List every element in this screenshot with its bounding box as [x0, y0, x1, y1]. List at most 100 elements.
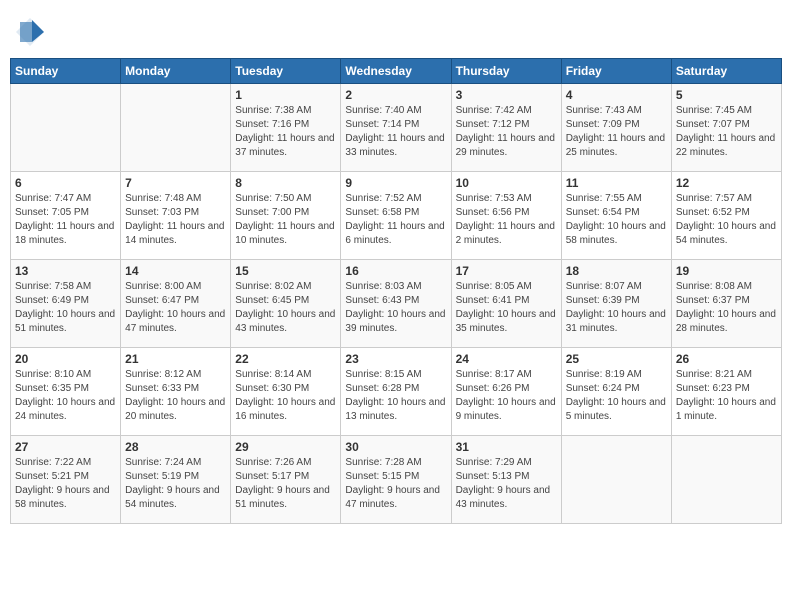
calendar-cell: 31Sunrise: 7:29 AM Sunset: 5:13 PM Dayli…	[451, 436, 561, 524]
day-info: Sunrise: 8:14 AM Sunset: 6:30 PM Dayligh…	[235, 368, 336, 424]
day-info: Sunrise: 7:42 AM Sunset: 7:12 PM Dayligh…	[456, 104, 557, 160]
day-number: 12	[676, 176, 777, 190]
calendar-cell: 20 Sunrise: 8:10 AM Sunset: 6:35 PM Dayli…	[11, 348, 121, 436]
day-info: Sunrise: 8:10 AM Sunset: 6:35 PM Dayligh…	[15, 368, 116, 424]
day-number: 20	[15, 352, 116, 366]
day-number: 11	[566, 176, 667, 190]
calendar-cell: 3 Sunrise: 7:42 AM Sunset: 7:12 PM Daylig…	[451, 84, 561, 172]
calendar-cell: 23 Sunrise: 8:15 AM Sunset: 6:28 PM Dayli…	[341, 348, 451, 436]
day-info: Sunrise: 7:26 AM Sunset: 5:17 PM Dayligh…	[235, 456, 336, 512]
weekday-header-wednesday: Wednesday	[341, 59, 451, 84]
weekday-header-friday: Friday	[561, 59, 671, 84]
calendar-cell: 25Sunrise: 8:19 AM Sunset: 6:24 PM Dayli…	[561, 348, 671, 436]
day-number: 1	[235, 88, 336, 102]
day-info: Sunrise: 7:24 AM Sunset: 5:19 PM Dayligh…	[125, 456, 226, 512]
day-info: Sunrise: 8:00 AM Sunset: 6:47 PM Dayligh…	[125, 280, 226, 336]
day-number: 18	[566, 264, 667, 278]
day-number: 22	[235, 352, 336, 366]
calendar-week-row: 13 Sunrise: 7:58 AM Sunset: 6:49 PM Dayli…	[11, 260, 782, 348]
day-info: Sunrise: 8:21 AM Sunset: 6:23 PM Dayligh…	[676, 368, 777, 424]
calendar-cell: 19 Sunrise: 8:08 AM Sunset: 6:37 PM Dayli…	[671, 260, 781, 348]
day-info: Sunrise: 7:29 AM Sunset: 5:13 PM Dayligh…	[456, 456, 557, 512]
day-number: 17	[456, 264, 557, 278]
day-info: Sunrise: 7:57 AM Sunset: 6:52 PM Dayligh…	[676, 192, 777, 248]
day-number: 9	[345, 176, 446, 190]
day-number: 13	[15, 264, 116, 278]
calendar-header-row: SundayMondayTuesdayWednesdayThursdayFrid…	[11, 59, 782, 84]
calendar-cell: 12 Sunrise: 7:57 AM Sunset: 6:52 PM Dayli…	[671, 172, 781, 260]
calendar-cell: 16 Sunrise: 8:03 AM Sunset: 6:43 PM Dayli…	[341, 260, 451, 348]
day-number: 29	[235, 440, 336, 454]
day-number: 2	[345, 88, 446, 102]
day-number: 3	[456, 88, 557, 102]
day-number: 25	[566, 352, 667, 366]
calendar-cell	[671, 436, 781, 524]
weekday-header-thursday: Thursday	[451, 59, 561, 84]
day-number: 16	[345, 264, 446, 278]
calendar-cell	[121, 84, 231, 172]
calendar-cell: 27 Sunrise: 7:22 AM Sunset: 5:21 PM Dayli…	[11, 436, 121, 524]
day-number: 15	[235, 264, 336, 278]
weekday-header-monday: Monday	[121, 59, 231, 84]
day-number: 7	[125, 176, 226, 190]
day-info: Sunrise: 7:47 AM Sunset: 7:05 PM Dayligh…	[15, 192, 116, 248]
calendar-cell: 22 Sunrise: 8:14 AM Sunset: 6:30 PM Dayli…	[231, 348, 341, 436]
calendar-cell: 10Sunrise: 7:53 AM Sunset: 6:56 PM Dayli…	[451, 172, 561, 260]
calendar-cell: 24Sunrise: 8:17 AM Sunset: 6:26 PM Dayli…	[451, 348, 561, 436]
logo	[10, 14, 50, 50]
calendar-cell: 14 Sunrise: 8:00 AM Sunset: 6:47 PM Dayli…	[121, 260, 231, 348]
day-info: Sunrise: 8:05 AM Sunset: 6:41 PM Dayligh…	[456, 280, 557, 336]
day-info: Sunrise: 7:58 AM Sunset: 6:49 PM Dayligh…	[15, 280, 116, 336]
calendar-cell: 11Sunrise: 7:55 AM Sunset: 6:54 PM Dayli…	[561, 172, 671, 260]
day-number: 6	[15, 176, 116, 190]
calendar-cell: 13 Sunrise: 7:58 AM Sunset: 6:49 PM Dayli…	[11, 260, 121, 348]
day-info: Sunrise: 7:43 AM Sunset: 7:09 PM Dayligh…	[566, 104, 667, 160]
day-info: Sunrise: 7:28 AM Sunset: 5:15 PM Dayligh…	[345, 456, 446, 512]
day-number: 23	[345, 352, 446, 366]
weekday-header-sunday: Sunday	[11, 59, 121, 84]
calendar-cell	[11, 84, 121, 172]
calendar-cell: 28 Sunrise: 7:24 AM Sunset: 5:19 PM Dayli…	[121, 436, 231, 524]
day-info: Sunrise: 8:15 AM Sunset: 6:28 PM Dayligh…	[345, 368, 446, 424]
calendar-cell: 6 Sunrise: 7:47 AM Sunset: 7:05 PM Daylig…	[11, 172, 121, 260]
day-info: Sunrise: 8:03 AM Sunset: 6:43 PM Dayligh…	[345, 280, 446, 336]
day-info: Sunrise: 7:45 AM Sunset: 7:07 PM Dayligh…	[676, 104, 777, 160]
weekday-header-tuesday: Tuesday	[231, 59, 341, 84]
day-number: 28	[125, 440, 226, 454]
day-info: Sunrise: 7:38 AM Sunset: 7:16 PM Dayligh…	[235, 104, 336, 160]
day-number: 24	[456, 352, 557, 366]
calendar-cell: 4 Sunrise: 7:43 AM Sunset: 7:09 PM Daylig…	[561, 84, 671, 172]
calendar-cell: 8Sunrise: 7:50 AM Sunset: 7:00 PM Daylig…	[231, 172, 341, 260]
logo-icon	[10, 14, 46, 50]
day-number: 5	[676, 88, 777, 102]
day-info: Sunrise: 8:08 AM Sunset: 6:37 PM Dayligh…	[676, 280, 777, 336]
calendar-cell: 9 Sunrise: 7:52 AM Sunset: 6:58 PM Daylig…	[341, 172, 451, 260]
calendar-cell: 26Sunrise: 8:21 AM Sunset: 6:23 PM Dayli…	[671, 348, 781, 436]
day-info: Sunrise: 7:53 AM Sunset: 6:56 PM Dayligh…	[456, 192, 557, 248]
day-info: Sunrise: 7:50 AM Sunset: 7:00 PM Dayligh…	[235, 192, 336, 248]
calendar-week-row: 1 Sunrise: 7:38 AM Sunset: 7:16 PM Daylig…	[11, 84, 782, 172]
day-number: 4	[566, 88, 667, 102]
day-info: Sunrise: 7:40 AM Sunset: 7:14 PM Dayligh…	[345, 104, 446, 160]
calendar-week-row: 6 Sunrise: 7:47 AM Sunset: 7:05 PM Daylig…	[11, 172, 782, 260]
day-info: Sunrise: 7:48 AM Sunset: 7:03 PM Dayligh…	[125, 192, 226, 248]
day-info: Sunrise: 8:07 AM Sunset: 6:39 PM Dayligh…	[566, 280, 667, 336]
calendar-cell: 29 Sunrise: 7:26 AM Sunset: 5:17 PM Dayli…	[231, 436, 341, 524]
calendar-cell: 2 Sunrise: 7:40 AM Sunset: 7:14 PM Daylig…	[341, 84, 451, 172]
day-info: Sunrise: 8:12 AM Sunset: 6:33 PM Dayligh…	[125, 368, 226, 424]
calendar-cell: 30Sunrise: 7:28 AM Sunset: 5:15 PM Dayli…	[341, 436, 451, 524]
weekday-header-saturday: Saturday	[671, 59, 781, 84]
day-number: 21	[125, 352, 226, 366]
calendar-cell: 17 Sunrise: 8:05 AM Sunset: 6:41 PM Dayli…	[451, 260, 561, 348]
day-info: Sunrise: 7:52 AM Sunset: 6:58 PM Dayligh…	[345, 192, 446, 248]
calendar-cell: 21 Sunrise: 8:12 AM Sunset: 6:33 PM Dayli…	[121, 348, 231, 436]
calendar-cell	[561, 436, 671, 524]
day-info: Sunrise: 8:02 AM Sunset: 6:45 PM Dayligh…	[235, 280, 336, 336]
calendar-cell: 18 Sunrise: 8:07 AM Sunset: 6:39 PM Dayli…	[561, 260, 671, 348]
day-info: Sunrise: 7:22 AM Sunset: 5:21 PM Dayligh…	[15, 456, 116, 512]
calendar-cell: 15 Sunrise: 8:02 AM Sunset: 6:45 PM Dayli…	[231, 260, 341, 348]
day-number: 19	[676, 264, 777, 278]
day-number: 14	[125, 264, 226, 278]
calendar-week-row: 27 Sunrise: 7:22 AM Sunset: 5:21 PM Dayli…	[11, 436, 782, 524]
day-number: 27	[15, 440, 116, 454]
